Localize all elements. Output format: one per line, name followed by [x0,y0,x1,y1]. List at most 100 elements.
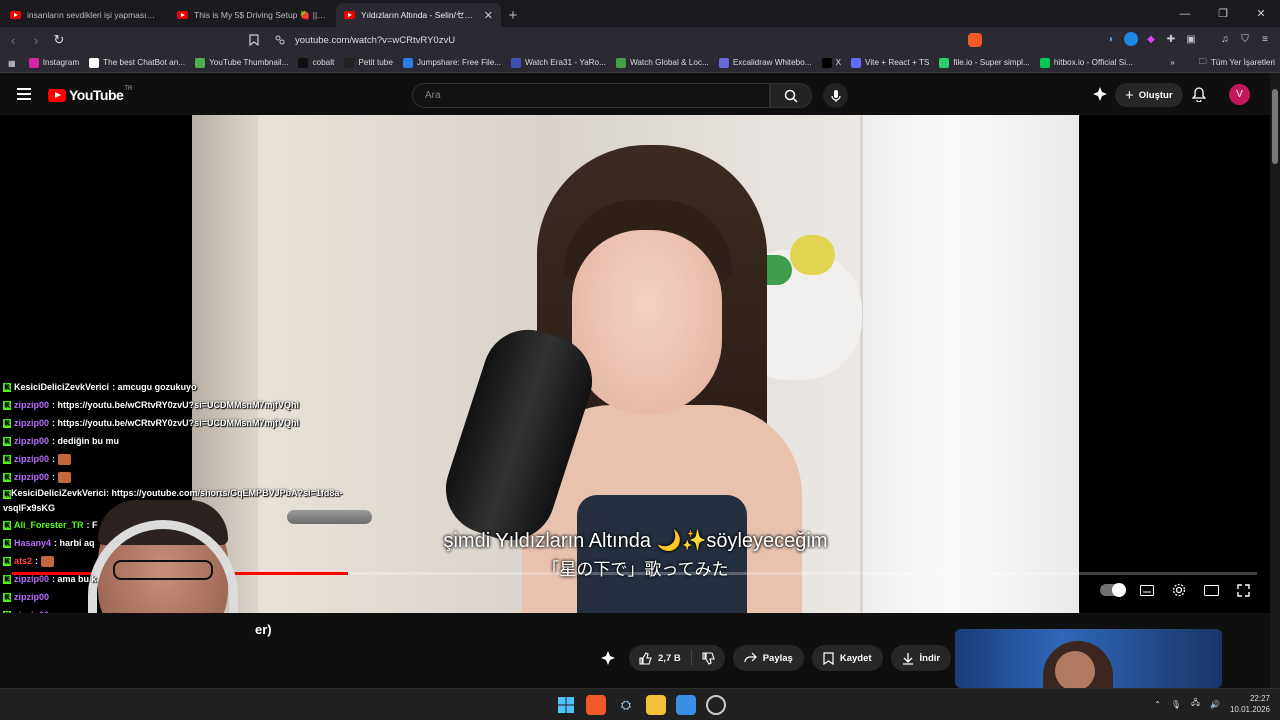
scrollbar-thumb[interactable] [1272,89,1278,164]
bookmark-icon[interactable] [249,34,259,46]
bookmark-item[interactable]: YouTube Thumbnail... [190,57,293,68]
puzzle-icon[interactable]: ✚ [1164,32,1178,46]
recommended-video-thumbnail[interactable] [955,629,1222,688]
microphone-tray-icon[interactable]: 🎙 [1171,700,1181,709]
subtitles-icon[interactable] [1138,581,1156,599]
bookmark-item[interactable]: Watch Global & Loc... [611,57,714,68]
theater-mode-icon[interactable] [1202,581,1220,599]
network-app-icon[interactable] [676,695,696,715]
more-bookmarks-icon[interactable]: » [1165,58,1180,67]
ask-ai-icon[interactable] [595,645,621,671]
volume-tray-icon[interactable]: 🔊 [1210,700,1220,709]
close-window-button[interactable]: ✕ [1242,0,1280,27]
bookmark-item[interactable]: Vite + React + TS [846,57,934,68]
kick-badge-icon: K [3,454,11,464]
share-label: Paylaş [762,652,793,664]
search-button[interactable] [770,83,812,108]
network-tray-icon[interactable]: 🖧 [1191,697,1200,711]
notifications-bell-icon[interactable] [1192,87,1206,102]
youtube-favicon-icon [177,11,188,19]
clock-date: 10.01.2026 [1229,705,1270,714]
bookmark-item[interactable]: Instagram [24,57,84,68]
bookmark-favicon-icon [89,57,100,68]
bookmark-item[interactable]: The best ChatBot an... [84,57,190,68]
brave-browser-icon[interactable] [586,695,606,715]
bookmark-item[interactable]: Jumpshare: Free File... [398,57,506,68]
bookmark-label: The best ChatBot an... [103,58,186,67]
vpn-icon[interactable]: ◆ [1144,32,1158,46]
bookmark-item[interactable]: X [817,57,846,68]
chat-message: Kats2: [0,552,380,570]
bookmark-item[interactable]: Watch Era31 - YaRo... [506,57,611,68]
chat-message: Kzipzip00 [0,588,380,606]
new-tab-button[interactable]: + [501,3,525,27]
sparkle-icon[interactable] [1093,87,1107,101]
obs-icon[interactable] [706,695,726,715]
all-bookmarks-folder[interactable]: 🗀 Tüm Yer İşaretleri [1194,56,1280,70]
extension-icon[interactable] [1124,32,1138,46]
bookmark-item[interactable]: Excalidraw Whitebo... [714,57,817,68]
player-controls [1100,581,1270,599]
wallet-icon[interactable]: ◗ [1104,32,1118,46]
chat-message: Kzipzip00: dediğin bu mu [0,432,380,450]
bookmark-item[interactable]: hitbox.io - Official Si... [1035,57,1138,68]
chat-message: Kzipzip00: https://youtu.be/wCRtvRY0zvU?… [0,396,380,414]
close-tab-icon[interactable]: ✕ [484,9,493,22]
kick-badge-icon: K [3,472,11,482]
page-scrollbar[interactable] [1270,73,1280,688]
site-settings-icon[interactable] [275,35,285,45]
bookmark-item[interactable]: cobalt [293,57,339,68]
music-icon[interactable]: ♫ [1218,32,1232,46]
plush-toy-yellow [790,235,835,275]
apps-grid-icon[interactable]: ▦ [0,58,24,68]
search-input[interactable]: Ara [412,83,770,108]
avatar[interactable]: V [1229,84,1250,105]
chat-message: Kzipzip00: [0,450,380,468]
save-button[interactable]: Kaydet [811,645,883,671]
fullscreen-icon[interactable] [1234,581,1252,599]
shield-icon[interactable]: ⛉ [1238,32,1252,46]
windows-start-icon[interactable] [556,695,576,715]
url-text: youtube.com/watch?v=wCRtvRY0zvU [295,34,456,46]
bookmark-label: Vite + React + TS [865,58,930,67]
like-dislike-group: 2,7 B [629,645,725,671]
all-bookmarks-label: Tüm Yer İşaretleri [1210,58,1275,67]
browser-tab-2[interactable]: This is My 5$ Driving Setup 🍓 || #sh [169,3,334,27]
clock[interactable]: 22:27 10.01.2026 [1230,693,1270,715]
youtube-logo[interactable]: YouTube TR [48,86,132,103]
share-button[interactable]: Paylaş [732,645,804,671]
chat-text: : dediğin bu mu [52,436,120,446]
kick-badge-icon: K [3,490,11,499]
reload-icon[interactable]: ↻ [49,32,69,48]
kick-badge-icon: K [3,592,11,602]
hamburger-menu-icon[interactable] [17,88,31,100]
sidebar-icon[interactable]: ▣ [1184,32,1198,46]
create-button[interactable]: + Oluştur [1115,83,1183,107]
browser-tab-3[interactable]: Yıldızların Altında - Selin/セリン (c ✕ [336,3,501,27]
like-button[interactable]: 2,7 B [629,650,692,666]
file-explorer-icon[interactable] [646,695,666,715]
bookmark-label: hitbox.io - Official Si... [1053,58,1133,67]
bookmark-item[interactable]: Petit tube [339,57,398,68]
autoplay-toggle[interactable] [1100,583,1126,597]
voice-search-button[interactable] [823,83,848,108]
chat-text: : F [86,520,98,530]
back-icon[interactable]: ‹ [3,33,23,48]
bookmark-item[interactable]: file.io - Super simpl... [934,57,1034,68]
forward-icon[interactable]: › [26,33,46,48]
bookmark-favicon-icon [821,57,832,68]
bookmarks-bar: ▦ Instagram The best ChatBot an... YouTube… [0,53,1280,73]
browser-tab-1[interactable]: insanların sevdikleri işi yapmasından [2,3,167,27]
url-field[interactable]: youtube.com/watch?v=wCRtvRY0zvU [243,30,993,50]
tray-overflow-icon[interactable]: ⌃ [1154,700,1161,709]
dislike-button[interactable] [692,651,725,665]
settings-gear-icon[interactable] [1170,581,1188,599]
browser-menu-icon[interactable]: ≡ [1258,32,1272,46]
video-actions: 2,7 B Paylaş Kaydet İndir ⋯ [595,645,986,671]
brave-shields-icon[interactable] [968,33,982,47]
taskbar-apps: ⛭ [556,695,726,715]
steam-icon[interactable]: ⛭ [616,695,636,715]
maximize-button[interactable]: ❐ [1204,0,1242,27]
minimize-button[interactable]: — [1166,0,1204,27]
download-button[interactable]: İndir [890,645,952,671]
